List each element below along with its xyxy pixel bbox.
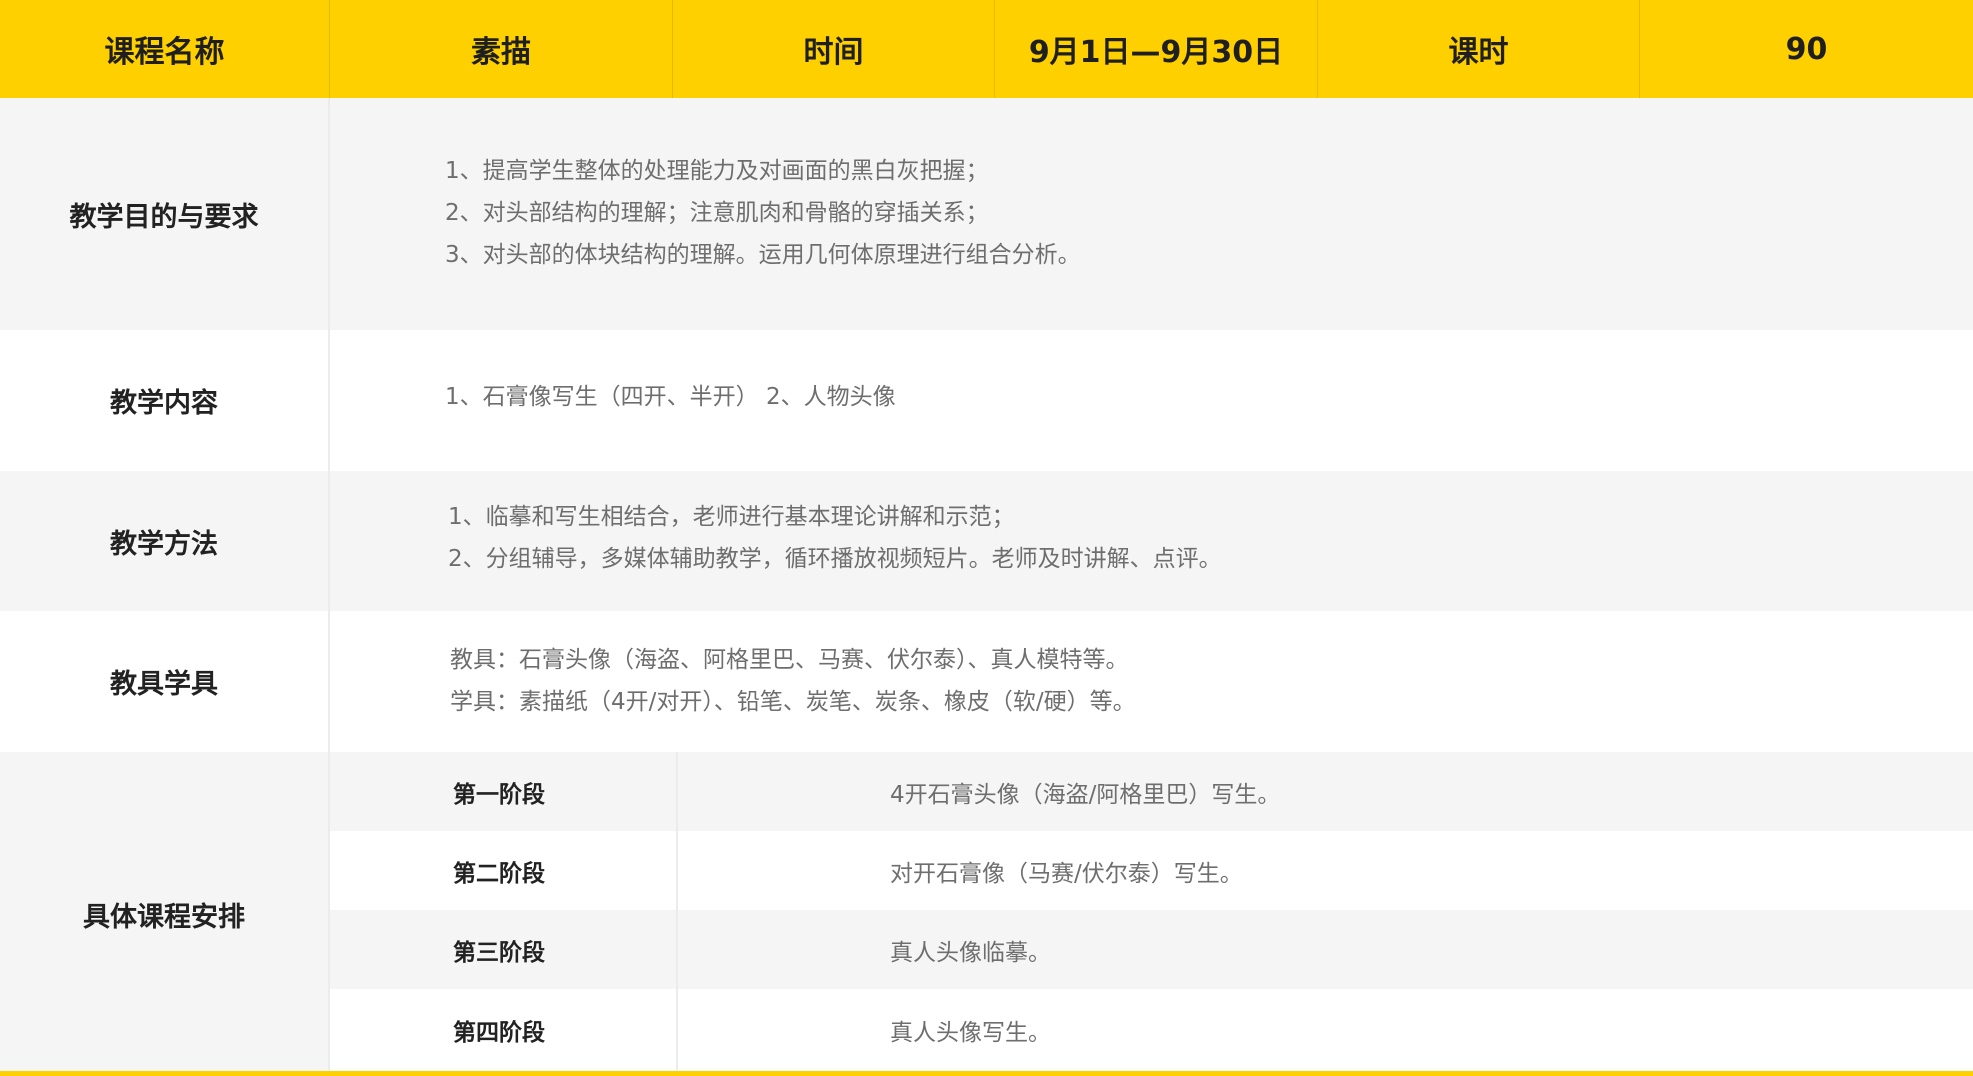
- objectives-line: 2、对头部结构的理解；注意肌肉和骨骼的穿插关系；: [445, 200, 989, 226]
- tools-content: 教具：石膏头像（海盗、阿格里巴、马赛、伏尔泰）、真人模特等。 学具：素描纸（4开…: [330, 611, 1973, 752]
- course-name-label: 课程名称: [0, 0, 330, 98]
- objectives-content: 1、提高学生整体的处理能力及对画面的黑白灰把握； 2、对头部结构的理解；注意肌肉…: [330, 98, 1973, 330]
- content-content: 1、石膏像写生（四开、半开） 2、人物头像: [330, 330, 1973, 471]
- methods-label: 教学方法: [0, 471, 330, 611]
- methods-content: 1、临摹和写生相结合，老师进行基本理论讲解和示范； 2、分组辅导，多媒体辅助教学…: [330, 471, 1973, 611]
- stage-name: 第三阶段: [330, 910, 678, 989]
- methods-line: 1、临摹和写生相结合，老师进行基本理论讲解和示范；: [448, 504, 1015, 530]
- schedule-section: 具体课程安排 第一阶段 4开石膏头像（海盗/阿格里巴）写生。 第二阶段 对开石膏…: [0, 752, 1973, 1076]
- stage-name: 第一阶段: [330, 752, 678, 831]
- stage-desc: 真人头像临摹。: [890, 939, 1051, 966]
- hours-value: 90: [1785, 31, 1828, 67]
- tools-line: 教具：石膏头像（海盗、阿格里巴、马赛、伏尔泰）、真人模特等。: [450, 646, 1129, 673]
- table-row: 第三阶段 真人头像临摹。: [330, 910, 1973, 989]
- course-name-value: 素描: [330, 0, 673, 98]
- tools-row: 教具学具 教具：石膏头像（海盗、阿格里巴、马赛、伏尔泰）、真人模特等。 学具：素…: [0, 611, 1973, 752]
- objectives-row: 教学目的与要求 1、提高学生整体的处理能力及对画面的黑白灰把握； 2、对头部结构…: [0, 98, 1973, 330]
- methods-row: 教学方法 1、临摹和写生相结合，老师进行基本理论讲解和示范； 2、分组辅导，多媒…: [0, 471, 1973, 611]
- schedule-rows: 第一阶段 4开石膏头像（海盗/阿格里巴）写生。 第二阶段 对开石膏像（马赛/伏尔…: [330, 752, 1973, 1076]
- objectives-label: 教学目的与要求: [0, 98, 330, 330]
- bottom-border: [0, 1071, 1973, 1076]
- methods-line: 2、分组辅导，多媒体辅助教学，循环播放视频短片。老师及时讲解、点评。: [448, 546, 1222, 572]
- tools-label: 教具学具: [0, 611, 330, 752]
- stage-desc: 对开石膏像（马赛/伏尔泰）写生。: [890, 860, 1243, 887]
- objectives-line: 1、提高学生整体的处理能力及对画面的黑白灰把握；: [445, 158, 989, 184]
- table-header: 课程名称 素描 时间 9月1日—9月30日 课时 90: [0, 0, 1973, 98]
- hours-label: 课时: [1318, 0, 1640, 98]
- table-row: 第四阶段 真人头像写生。: [330, 989, 1973, 1071]
- stage-desc: 4开石膏头像（海盗/阿格里巴）写生。: [890, 781, 1281, 808]
- stage-name: 第二阶段: [330, 831, 678, 910]
- content-row: 教学内容 1、石膏像写生（四开、半开） 2、人物头像: [0, 330, 1973, 471]
- objectives-line: 3、对头部的体块结构的理解。运用几何体原理进行组合分析。: [445, 242, 1081, 268]
- schedule-label: 具体课程安排: [0, 752, 330, 1076]
- table-row: 第二阶段 对开石膏像（马赛/伏尔泰）写生。: [330, 831, 1973, 910]
- time-label: 时间: [673, 0, 995, 98]
- time-value: 9月1日—9月30日: [995, 0, 1318, 98]
- content-label: 教学内容: [0, 330, 330, 471]
- table-row: 第一阶段 4开石膏头像（海盗/阿格里巴）写生。: [330, 752, 1973, 831]
- tools-line: 学具：素描纸（4开/对开）、铅笔、炭笔、炭条、橡皮（软/硬）等。: [450, 688, 1136, 715]
- stage-desc: 真人头像写生。: [890, 1020, 1051, 1046]
- stage-name: 第四阶段: [330, 989, 678, 1071]
- content-line: 1、石膏像写生（四开、半开） 2、人物头像: [445, 383, 896, 410]
- course-table: 课程名称 素描 时间 9月1日—9月30日 课时 90 教学目的与要求 1、提高…: [0, 0, 1973, 1076]
